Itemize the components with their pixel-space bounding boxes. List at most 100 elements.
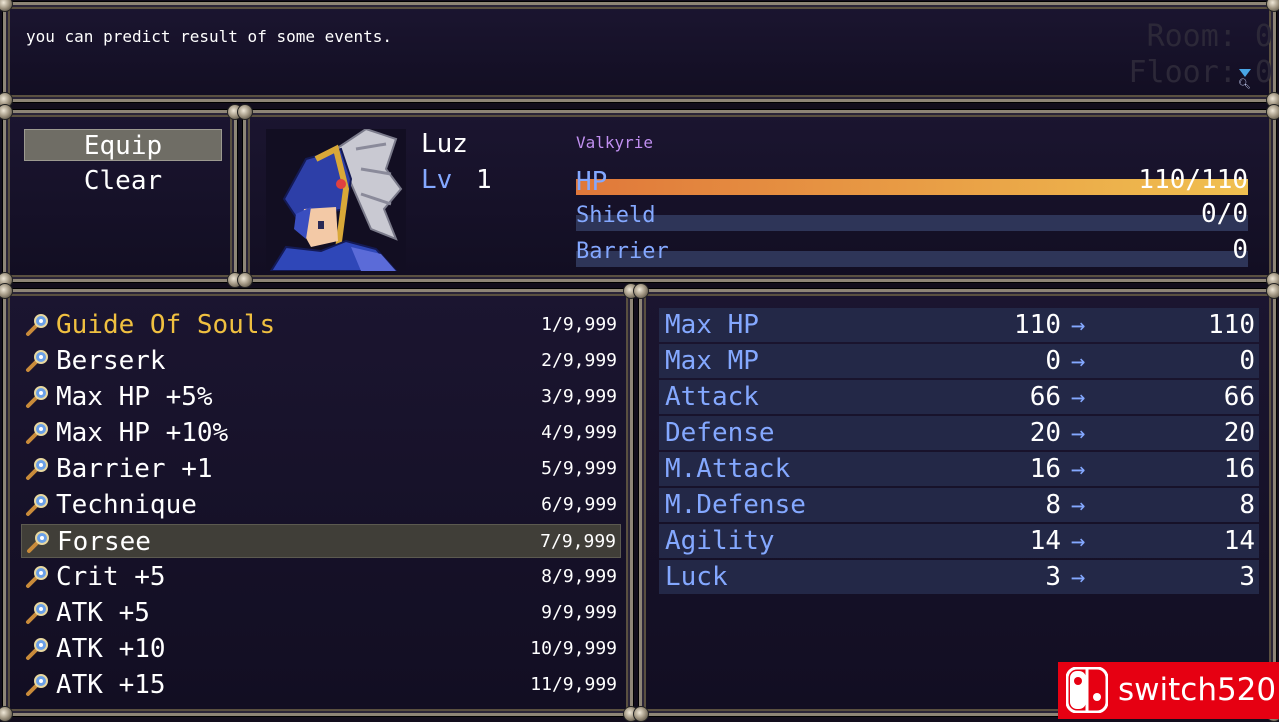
param-row: M.Defense 8 → 8: [659, 488, 1259, 522]
param-row: Agility 14 → 14: [659, 524, 1259, 558]
right-arrow-icon: →: [1071, 419, 1086, 447]
item-row[interactable]: Barrier +1 5/9,999: [21, 452, 621, 486]
item-count: 8/9,999: [541, 566, 617, 587]
frame-corner: [237, 272, 253, 288]
wand-icon: [26, 494, 48, 516]
hp-label: HP: [576, 167, 608, 197]
clear-command[interactable]: Clear: [24, 165, 222, 197]
frame-corner: [1266, 0, 1279, 12]
watermark: switch520: [1058, 662, 1279, 719]
frame-corner: [633, 283, 649, 299]
shield-gauge-track: [576, 215, 1248, 231]
item-name: ATK +10: [56, 634, 166, 664]
param-name: Max MP: [665, 346, 759, 376]
param-new-value: 8: [1239, 490, 1255, 520]
room-counter: Room: 0: [1146, 19, 1273, 54]
floor-counter: Floor: 0: [1128, 55, 1274, 90]
right-arrow-icon: →: [1071, 347, 1086, 375]
param-new-value: 14: [1223, 526, 1255, 556]
item-name: Technique: [56, 490, 197, 520]
item-name: Berserk: [56, 346, 166, 376]
help-window: you can predict result of some events. R…: [0, 0, 1279, 108]
item-name: Barrier +1: [56, 454, 213, 484]
param-name: Agility: [665, 526, 775, 556]
wand-icon: [26, 350, 48, 372]
barrier-gauge-track: [576, 251, 1248, 267]
item-row[interactable]: Guide Of Souls 1/9,999: [21, 308, 621, 342]
item-name: Crit +5: [56, 562, 166, 592]
param-name: Defense: [665, 418, 775, 448]
wand-icon: [26, 386, 48, 408]
param-name: Max HP: [665, 310, 759, 340]
help-text: you can predict result of some events.: [26, 27, 393, 46]
pause-arrow-icon[interactable]: [1239, 69, 1251, 77]
wand-icon: [26, 314, 48, 336]
item-row[interactable]: ATK +10 10/9,999: [21, 632, 621, 666]
item-count: 6/9,999: [541, 494, 617, 515]
level-label: Lv: [421, 165, 453, 195]
param-name: M.Defense: [665, 490, 806, 520]
param-current-value: 110: [1014, 310, 1061, 340]
item-row[interactable]: ATK +5 9/9,999: [21, 596, 621, 630]
hp-gauge: HP 110/110: [576, 165, 1248, 201]
param-current-value: 66: [1029, 382, 1061, 412]
item-name: Guide Of Souls: [56, 310, 276, 340]
frame-corner: [237, 104, 253, 120]
wand-icon: [26, 638, 48, 660]
param-row: M.Attack 16 → 16: [659, 452, 1259, 486]
frame-corner: [1266, 104, 1279, 120]
param-name: M.Attack: [665, 454, 791, 484]
item-row[interactable]: Crit +5 8/9,999: [21, 560, 621, 594]
barrier-value: 0: [1232, 235, 1248, 265]
param-name: Attack: [665, 382, 759, 412]
item-count: 5/9,999: [541, 458, 617, 479]
wand-icon: [27, 531, 49, 553]
level-value: 1: [476, 165, 492, 195]
frame-corner: [0, 283, 13, 299]
item-count: 3/9,999: [541, 386, 617, 407]
command-window: Equip Clear: [0, 104, 243, 288]
wand-icon: [26, 602, 48, 624]
wand-icon: [26, 566, 48, 588]
watermark-text: switch520: [1118, 672, 1277, 708]
magnifier-icon[interactable]: 🔍︎: [1238, 79, 1251, 90]
item-count: 9/9,999: [541, 602, 617, 623]
param-new-value: 110: [1208, 310, 1255, 340]
param-row: Luck 3 → 3: [659, 560, 1259, 594]
item-name: Max HP +5%: [56, 382, 213, 412]
param-new-value: 16: [1223, 454, 1255, 484]
param-row: Max MP 0 → 0: [659, 344, 1259, 378]
item-row[interactable]: Forsee 7/9,999: [21, 524, 621, 558]
right-arrow-icon: →: [1071, 455, 1086, 483]
wand-icon: [26, 458, 48, 480]
param-row: Defense 20 → 20: [659, 416, 1259, 450]
param-current-value: 3: [1045, 562, 1061, 592]
item-row[interactable]: Berserk 2/9,999: [21, 344, 621, 378]
shield-gauge: Shield 0/0: [576, 199, 1248, 235]
item-name: Forsee: [57, 527, 151, 557]
item-name: Max HP +10%: [56, 418, 229, 448]
param-current-value: 0: [1045, 346, 1061, 376]
item-name: ATK +15: [56, 670, 166, 700]
actor-portrait: [266, 129, 406, 271]
item-count: 7/9,999: [540, 531, 616, 552]
item-row[interactable]: Max HP +5% 3/9,999: [21, 380, 621, 414]
param-row: Max HP 110 → 110: [659, 308, 1259, 342]
item-count: 11/9,999: [530, 674, 617, 695]
param-new-value: 66: [1223, 382, 1255, 412]
actor-name: Luz: [421, 129, 468, 159]
equip-command[interactable]: Equip: [24, 129, 222, 161]
item-row[interactable]: Technique 6/9,999: [21, 488, 621, 522]
actor-status-window: Luz Lv 1 Valkyrie HP 110/110 Shield 0/0 …: [237, 104, 1279, 288]
frame-corner: [0, 104, 13, 120]
param-current-value: 8: [1045, 490, 1061, 520]
item-row[interactable]: Max HP +10% 4/9,999: [21, 416, 621, 450]
shield-value: 0/0: [1201, 199, 1248, 229]
param-new-value: 3: [1239, 562, 1255, 592]
wand-icon: [26, 422, 48, 444]
wand-icon: [26, 674, 48, 696]
item-row[interactable]: ATK +15 11/9,999: [21, 668, 621, 702]
item-count: 2/9,999: [541, 350, 617, 371]
item-count: 1/9,999: [541, 314, 617, 335]
parameter-window: Max HP 110 → 110 Max MP 0 → 0 Attack 66 → 66 Defense…: [633, 283, 1279, 722]
